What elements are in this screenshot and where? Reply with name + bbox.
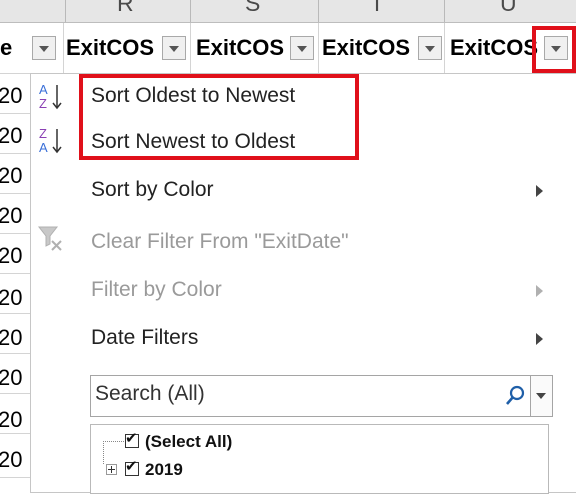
checkmark-icon: ✔ [125,429,138,447]
row-gridline [0,193,30,194]
row-gridline [0,393,30,394]
sort-descending-icon: Z A [39,126,62,155]
cell-separator [318,23,319,73]
table-cell[interactable]: 20 [0,325,22,351]
year-2019-checkbox[interactable]: ✔ [125,457,139,476]
svg-text:A: A [39,140,48,155]
column-letter-s[interactable]: S [245,0,260,17]
row-gridline [0,313,30,314]
row-gridline [0,433,30,434]
cell-separator [190,23,191,73]
filter-dropdown-button[interactable] [290,36,314,60]
filter-value-tree: ✔ (Select All) ✔ 2019 [90,424,549,494]
table-cell[interactable]: 20 [0,243,22,269]
submenu-arrow-icon [536,185,543,197]
header-cell-exitcos[interactable]: ExitCOS [322,23,419,73]
table-cell[interactable]: 20 [0,407,22,433]
row-gridline [0,477,30,478]
filter-search-box[interactable]: Search (All) [90,375,553,417]
table-cell[interactable]: 20 [0,203,22,229]
submenu-arrow-icon [536,333,543,345]
column-separator [190,0,191,22]
menu-item-sort-newest-to-oldest[interactable]: Sort Newest to Oldest [91,130,295,154]
chevron-down-icon [551,46,561,52]
autofilter-menu: A Z Sort Oldest to Newest Z A Sort Newes… [30,73,576,494]
column-letter-u[interactable]: U [500,0,517,17]
filter-dropdown-button[interactable] [32,36,56,60]
clear-filter-icon [37,226,62,251]
chevron-down-icon [169,46,179,52]
table-cell[interactable]: 20 [0,285,22,311]
search-icon [506,385,525,405]
column-separator [444,0,445,22]
svg-text:A: A [39,82,48,97]
column-letter-r[interactable]: R [117,0,134,17]
header-cell-exitcos[interactable]: ExitCOS [450,23,545,73]
submenu-arrow-icon [536,285,543,297]
search-dropdown-button[interactable] [530,376,552,416]
svg-text:Z: Z [39,126,47,141]
table-cell[interactable]: 20 [0,365,22,391]
header-cell-exitcos[interactable]: ExitCOS [66,23,163,73]
column-separator [318,0,319,22]
row-gridline [0,273,30,274]
checkmark-icon: ✔ [125,457,138,475]
active-filter-dropdown-button[interactable] [544,36,568,60]
svg-text:Z: Z [39,96,47,111]
expand-icon[interactable] [106,464,117,475]
chevron-down-icon [425,46,435,52]
filter-dropdown-button[interactable] [418,36,442,60]
sort-ascending-icon: A Z [39,82,62,111]
filter-dropdown-button[interactable] [162,36,186,60]
row-gridline [0,353,30,354]
menu-item-filter-by-color: Filter by Color [91,278,222,301]
row-gridline [0,233,30,234]
cell-separator [63,23,64,73]
chevron-down-icon [297,46,307,52]
column-separator [65,0,66,22]
chevron-down-icon [536,393,546,399]
menu-item-clear-filter: Clear Filter From "ExitDate" [91,230,349,253]
chevron-down-icon [39,46,49,52]
table-cell[interactable]: 20 [0,83,22,109]
header-cell-exitcos[interactable]: ExitCOS [196,23,291,73]
table-header-row: e ExitCOS ExitCOS ExitCOS ExitCOS [0,23,576,74]
select-all-checkbox[interactable]: ✔ [125,429,139,448]
tree-item-2019[interactable]: 2019 [145,460,183,480]
tree-connector [103,441,124,464]
table-cell[interactable]: 20 [0,123,22,149]
menu-item-sort-oldest-to-newest[interactable]: Sort Oldest to Newest [91,84,295,108]
menu-item-date-filters[interactable]: Date Filters [91,326,198,350]
cell-separator [444,23,445,73]
row-gridline [0,153,30,154]
menu-item-sort-by-color[interactable]: Sort by Color [91,178,214,202]
search-input[interactable]: Search (All) [95,382,205,406]
tree-item-select-all[interactable]: (Select All) [145,432,232,452]
column-header-bar: R S T U [0,0,576,23]
table-cell[interactable]: 20 [0,447,22,473]
column-letter-t[interactable]: T [370,0,384,17]
row-gridline [0,113,30,114]
table-cell[interactable]: 20 [0,163,22,189]
data-rows-left-edge: 20 20 20 20 20 20 20 20 20 20 [0,73,30,490]
header-cell-exitdate[interactable]: e [0,23,30,73]
